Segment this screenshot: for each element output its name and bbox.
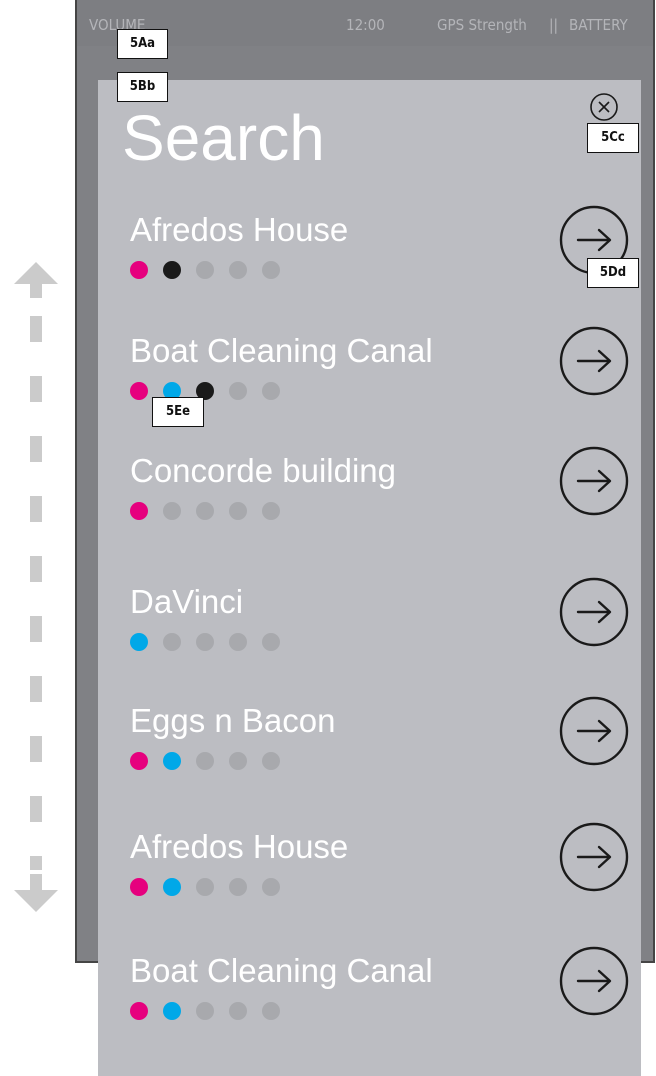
result-item[interactable]: Boat Cleaning Canal — [98, 946, 641, 1054]
status-dot — [130, 1002, 148, 1020]
page-title: Search — [122, 102, 325, 174]
status-dot — [163, 878, 181, 896]
result-item[interactable]: Eggs n Bacon — [98, 696, 641, 804]
result-name: Boat Cleaning Canal — [130, 332, 433, 369]
annotation-tag-5ee: 5Ee — [152, 397, 204, 427]
result-name: Eggs n Bacon — [130, 702, 336, 739]
status-dot — [130, 502, 148, 520]
status-dot — [229, 502, 247, 520]
status-dot — [262, 752, 280, 770]
annotation-tag-5bb: 5Bb — [117, 72, 168, 102]
arrow-right-circle-icon[interactable] — [558, 695, 630, 767]
status-dot — [229, 633, 247, 651]
status-dot — [163, 1002, 181, 1020]
result-item[interactable]: Concorde building — [98, 446, 641, 554]
status-dot — [163, 261, 181, 279]
result-name: Afredos House — [130, 828, 349, 865]
status-dot — [196, 752, 214, 770]
arrow-right-circle-icon[interactable] — [558, 945, 630, 1017]
status-dot — [130, 382, 148, 400]
arrow-right-circle-icon[interactable] — [558, 445, 630, 517]
result-name: DaVinci — [130, 583, 244, 620]
status-separator: || — [549, 16, 559, 34]
status-dot — [163, 752, 181, 770]
clock: 12:00 — [346, 16, 385, 34]
result-name: Concorde building — [130, 452, 397, 489]
annotation-tag-5cc: 5Cc — [587, 123, 639, 153]
arrow-right-circle-icon[interactable] — [558, 821, 630, 893]
status-dot — [229, 1002, 247, 1020]
status-dot — [229, 261, 247, 279]
status-dot — [196, 502, 214, 520]
annotation-tag-5dd: 5Dd — [587, 258, 639, 288]
status-dot — [262, 1002, 280, 1020]
result-item[interactable]: Afredos House — [98, 822, 641, 930]
status-dot — [130, 752, 148, 770]
search-panel: Search Afredos House Boat Cleaning Canal C… — [98, 80, 641, 1076]
arrow-right-circle-icon[interactable] — [558, 325, 630, 397]
status-dot — [130, 633, 148, 651]
status-dot — [229, 382, 247, 400]
scroll-arrow-icon[interactable] — [10, 262, 62, 922]
result-name: Afredos House — [130, 211, 349, 248]
gps-strength: GPS Strength — [437, 16, 527, 34]
annotation-tag-5aa: 5Aa — [117, 29, 168, 59]
status-dot — [163, 633, 181, 651]
arrow-right-circle-icon[interactable] — [558, 576, 630, 648]
result-item[interactable]: Afredos House — [98, 205, 641, 313]
close-icon[interactable] — [589, 92, 619, 122]
status-dot — [262, 633, 280, 651]
result-item[interactable]: DaVinci — [98, 577, 641, 685]
battery-indicator: BATTERY — [569, 16, 628, 34]
status-dot — [262, 261, 280, 279]
status-dot — [196, 261, 214, 279]
status-dot — [130, 878, 148, 896]
status-dot — [262, 382, 280, 400]
status-dot — [130, 261, 148, 279]
status-dot — [229, 878, 247, 896]
status-dot — [229, 752, 247, 770]
status-dot — [163, 502, 181, 520]
status-dot — [262, 502, 280, 520]
status-dot — [196, 1002, 214, 1020]
status-dot — [262, 878, 280, 896]
status-dot — [196, 878, 214, 896]
status-dot — [196, 633, 214, 651]
result-name: Boat Cleaning Canal — [130, 952, 433, 989]
